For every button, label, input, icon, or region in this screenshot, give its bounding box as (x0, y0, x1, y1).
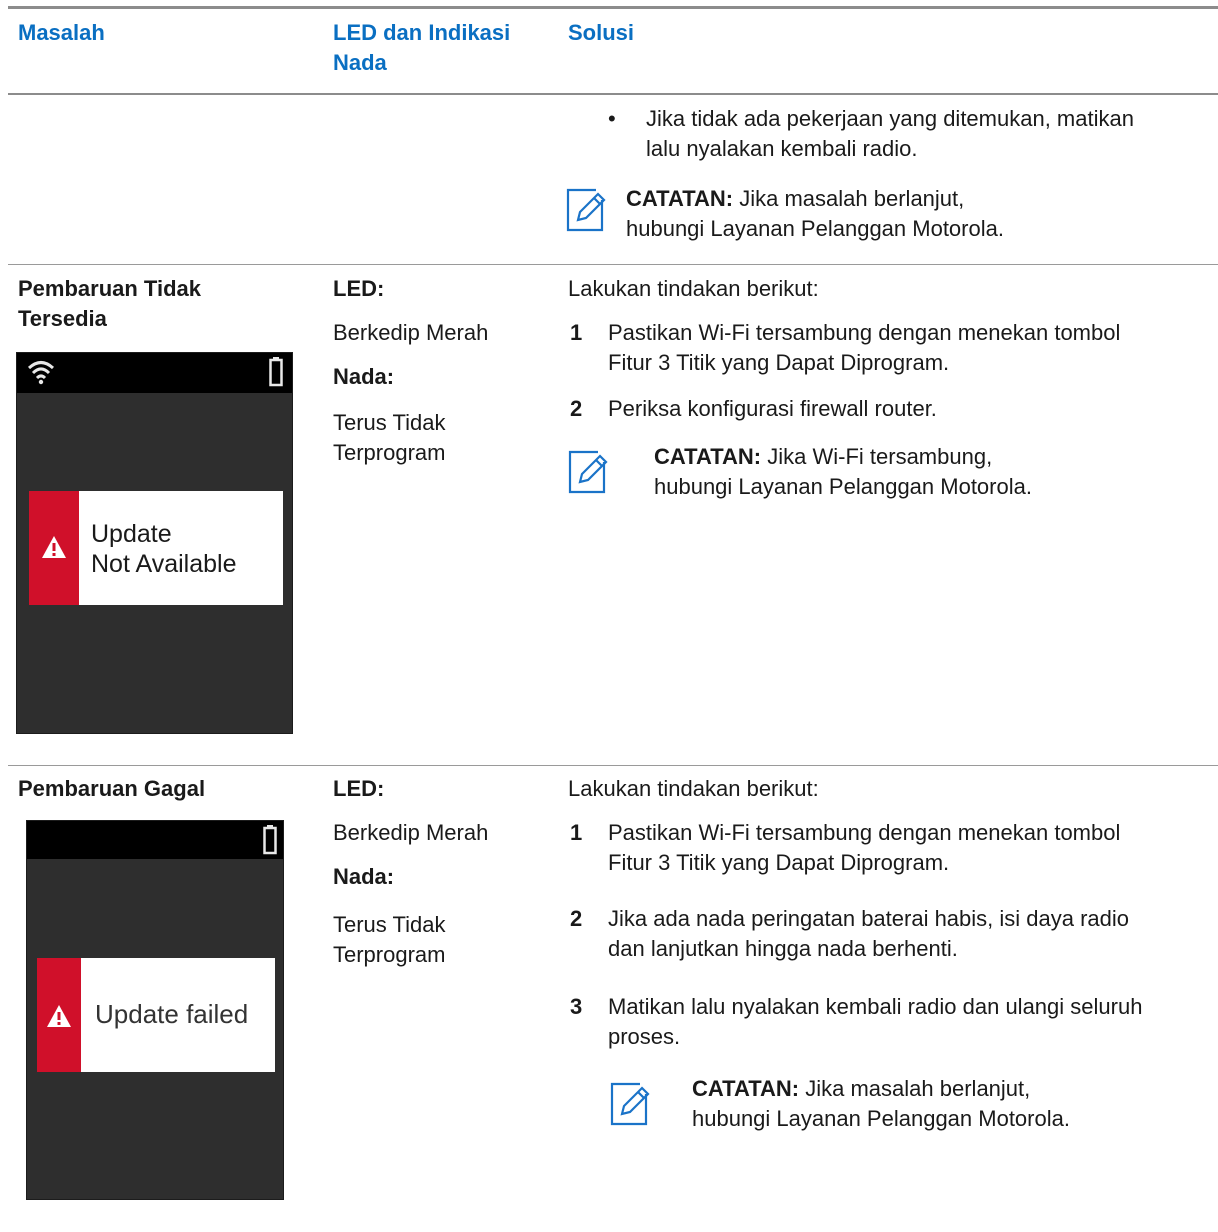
step-number: 1 (570, 820, 583, 845)
step-text: Pastikan Wi-Fi tersambung dengan menekan… (608, 820, 1121, 875)
note-label: CATATAN: (654, 444, 762, 469)
row-divider-2 (8, 765, 1218, 766)
battery-icon (263, 825, 277, 860)
step-text: Periksa konfigurasi firewall router. (608, 396, 937, 421)
solution-intro: Lakukan tindakan berikut: (568, 276, 819, 301)
device-screen-failed: Update failed (26, 820, 284, 1200)
led-label: LED: (333, 276, 385, 301)
alert-message: Update Not Available (91, 519, 236, 579)
header-problem: Masalah (18, 20, 105, 45)
step-number: 1 (570, 320, 583, 345)
alert-red-strip (29, 491, 79, 605)
led-label: LED: (333, 776, 385, 801)
tone-label: Nada: (333, 864, 395, 889)
step-number: 2 (570, 906, 583, 931)
step-text: Jika ada nada peringatan baterai habis, … (608, 906, 1130, 961)
step-text: Matikan lalu nyalakan kembali radio dan … (608, 994, 1143, 1049)
pencil-note-icon (566, 186, 606, 232)
battery-icon (269, 357, 283, 392)
pencil-note-icon (568, 448, 608, 494)
alert-message-line2: Not Available (91, 550, 237, 578)
wifi-icon (27, 359, 55, 390)
row-divider-1 (8, 264, 1218, 265)
tone-value: Terus Tidak Terprogram (333, 410, 446, 465)
problem-title-not-available: Pembaruan Tidak Tersedia (18, 276, 201, 331)
step-number: 3 (570, 994, 583, 1019)
alert-box: Update failed (37, 958, 275, 1072)
alert-message: Update failed (95, 999, 249, 1029)
warning-triangle-icon (41, 535, 67, 564)
note-label: CATATAN: (692, 1076, 800, 1101)
step-text: Pastikan Wi-Fi tersambung dengan menekan… (608, 320, 1121, 375)
header-solution: Solusi (568, 20, 635, 45)
solution-intro: Lakukan tindakan berikut: (568, 776, 819, 801)
pencil-note-icon (610, 1080, 650, 1126)
alert-red-strip (37, 958, 81, 1072)
step-number: 2 (570, 396, 583, 421)
header-led-tone: LED dan Indikasi Nada (333, 20, 511, 75)
alert-message-line1: Update (91, 520, 172, 548)
bullet-text: Jika tidak ada pekerjaan yang ditemukan,… (646, 106, 1134, 161)
bullet-marker: • (608, 106, 616, 131)
led-value: Berkedip Merah (333, 820, 489, 845)
alert-box: Update Not Available (29, 491, 283, 605)
problem-title-failed: Pembaruan Gagal (18, 776, 206, 801)
tone-label: Nada: (333, 364, 395, 389)
warning-triangle-icon (46, 1004, 72, 1033)
note-text-row1: CATATAN: Jika Wi-Fi tersambung, hubungi … (654, 442, 1054, 502)
note-text-row2: CATATAN: Jika masalah berlanjut, hubungi… (692, 1074, 1092, 1134)
device-screen-not-available: Update Not Available (16, 352, 293, 734)
led-value: Berkedip Merah (333, 320, 489, 345)
table-top-rule (8, 6, 1218, 9)
note-label: CATATAN: (626, 186, 734, 211)
note-text-row0: CATATAN: Jika masalah berlanjut, hubungi… (626, 184, 1006, 244)
status-bar (17, 353, 292, 393)
status-bar (27, 821, 283, 859)
header-rule (8, 93, 1218, 95)
tone-value: Terus Tidak Terprogram (333, 912, 446, 967)
